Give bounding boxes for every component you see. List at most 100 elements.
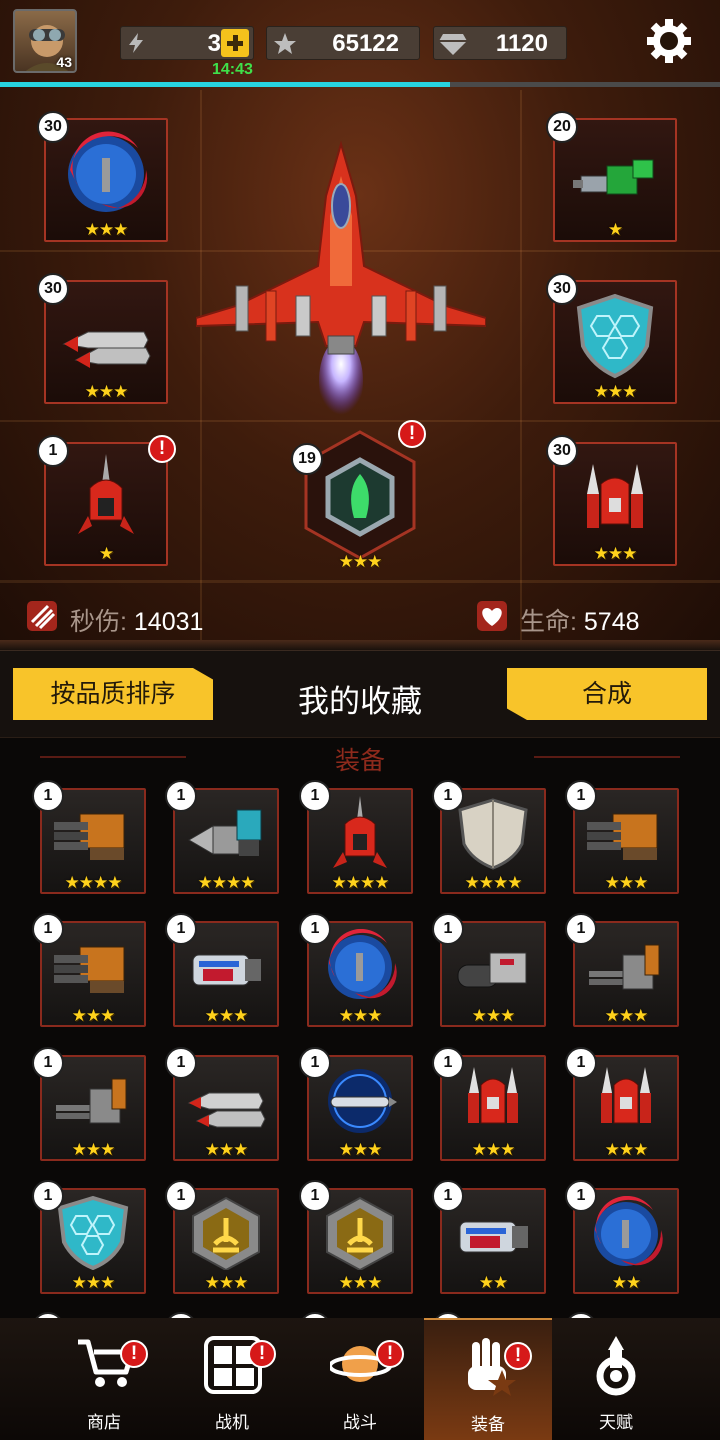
level-badge: 30	[37, 111, 69, 143]
star-rating: ★★★	[471, 1140, 516, 1159]
alert-badge: !	[248, 1340, 276, 1368]
merge-button[interactable]: 合成	[507, 668, 707, 720]
plasma-cannon-icon	[459, 1221, 528, 1253]
level-badge: 1	[565, 780, 597, 812]
alert-badge: !	[398, 420, 426, 448]
xp-progress-fill	[0, 82, 450, 87]
equipment-screen: ★★★ 30 ★ 20 ★★★ 30 ★★★ 30 ★ 1 ! ★★★ 30 ★…	[0, 0, 720, 1440]
star-rating: ★★★	[338, 1273, 383, 1292]
gems-counter: 1120	[433, 26, 567, 60]
energy-counter: 3	[120, 26, 254, 60]
star-rating: ★★★★	[464, 873, 523, 892]
star-rating: ★★★	[204, 1273, 249, 1292]
star-rating: ★★★	[604, 1140, 649, 1159]
player-avatar[interactable]: 43	[13, 9, 77, 73]
nav-label: 装备	[471, 1415, 505, 1434]
gatling-icon	[54, 813, 125, 860]
stars-value: 65122	[332, 30, 399, 57]
rail-gun-icon	[589, 944, 660, 990]
level-badge: 19	[291, 443, 323, 475]
star-rating: ★	[98, 544, 114, 563]
gatling-icon	[54, 946, 125, 993]
nav-label: 战机	[215, 1413, 249, 1432]
star-rating: ★★★	[338, 552, 383, 571]
level-badge: 20	[546, 111, 578, 143]
alert-badge: !	[148, 435, 176, 463]
level-badge: 1	[32, 1180, 64, 1212]
level-badge: 1	[32, 780, 64, 812]
dps-value: 14031	[133, 608, 204, 636]
player-level: 43	[56, 54, 72, 70]
star-rating: ★★	[478, 1273, 508, 1292]
nav-label: 天赋	[599, 1413, 633, 1432]
nav-label: 商店	[87, 1413, 121, 1432]
alert-badge: !	[504, 1342, 532, 1370]
red-twin-drone-icon	[587, 464, 643, 528]
section-divider	[40, 756, 186, 758]
level-badge: 1	[37, 435, 69, 467]
top-bar: 43 3 14:43 65122 1120	[0, 0, 720, 90]
level-badge: 30	[37, 273, 69, 305]
star-rating: ★★★	[71, 1273, 116, 1292]
level-badge: 30	[546, 273, 578, 305]
twin-missile-pod-icon	[187, 1092, 266, 1128]
fighter-jet-image[interactable]	[196, 136, 486, 426]
nav-label: 战斗	[343, 1413, 377, 1432]
energy-timer: 14:43	[212, 61, 253, 78]
drill-icon	[188, 809, 262, 856]
star-rating: ★★★	[604, 873, 649, 892]
level-badge: 1	[165, 1047, 197, 1079]
hex-shield-icon	[57, 1196, 129, 1270]
level-badge: 30	[546, 435, 578, 467]
star-rating: ★★★	[71, 1140, 116, 1159]
sort-by-quality-button[interactable]: 按品质排序	[13, 668, 213, 720]
level-badge: 1	[32, 913, 64, 945]
nav-item-2[interactable]: 战斗!	[296, 1318, 424, 1440]
star-rating: ★★★	[593, 544, 638, 563]
nav-item-0[interactable]: 商店!	[40, 1318, 168, 1440]
bottom-nav: 商店! 战机! 战斗! 装备! 天赋	[0, 1318, 720, 1440]
grid-line	[520, 90, 522, 650]
inventory-grid: ★★★★ 1 ★★★★ 1 ★★★★ 1 ★★★★ 1 ★★★ 1 ★★★ 1 ★★★ 1 ★★★ 1 ★★★ 1…	[0, 738, 720, 1318]
hp-value: 5748	[583, 608, 640, 636]
add-energy-button[interactable]	[221, 29, 249, 57]
hangar-area: ★★★ 30 ★ 20 ★★★ 30 ★★★ 30 ★ 1 ! ★★★ 30 ★…	[0, 0, 720, 650]
hp-label: 生命:	[520, 608, 577, 636]
star-rating: ★★★	[471, 1006, 516, 1025]
level-badge: 1	[165, 913, 197, 945]
grid-line	[0, 580, 720, 583]
steel-shield-icon	[458, 798, 528, 870]
twin-missile-pod-icon	[62, 331, 151, 368]
star-rating: ★★★	[204, 1006, 249, 1025]
star-rating: ★★★	[338, 1006, 383, 1025]
level-badge: 1	[165, 780, 197, 812]
gatling-icon	[587, 813, 658, 860]
bullets-icon	[27, 601, 57, 631]
settings-gear-icon[interactable]	[644, 16, 694, 66]
level-badge: 1	[432, 780, 464, 812]
level-badge: 1	[165, 1180, 197, 1212]
crescent-blade-icon	[68, 131, 148, 212]
level-badge: 1	[565, 1047, 597, 1079]
stars-counter: 65122	[266, 26, 420, 60]
hex-shield-icon	[576, 293, 654, 379]
nav-item-1[interactable]: 战机!	[168, 1318, 296, 1440]
nav-item-4[interactable]: 天赋	[552, 1318, 680, 1440]
level-badge: 1	[299, 780, 331, 812]
heart-icon	[477, 601, 507, 631]
red-drone-icon	[333, 796, 387, 868]
alert-badge: !	[376, 1340, 404, 1368]
gold-core-icon	[192, 1196, 260, 1270]
red-twin-drone-icon	[468, 1067, 518, 1124]
rail-gun-icon	[56, 1078, 127, 1124]
green-drill-cannon-icon	[573, 159, 654, 195]
level-badge: 1	[565, 913, 597, 945]
crescent-blade-icon	[328, 929, 397, 999]
level-badge: 1	[299, 1180, 331, 1212]
gold-core-icon	[326, 1196, 394, 1270]
nav-item-3[interactable]: 装备!	[424, 1318, 552, 1440]
star-rating: ★★★	[204, 1140, 249, 1159]
red-drone-icon	[78, 454, 134, 534]
star-rating: ★★★★	[197, 873, 256, 892]
star-rating: ★★★	[604, 1006, 649, 1025]
